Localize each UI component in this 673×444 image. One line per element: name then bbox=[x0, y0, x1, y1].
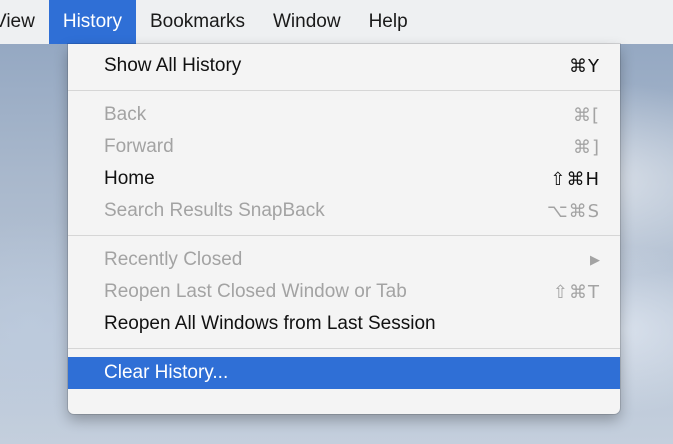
menu-item-label: Reopen All Windows from Last Session bbox=[104, 313, 436, 334]
menu-item-reopen-last-closed: Reopen Last Closed Window or Tab ⇧⌘T bbox=[68, 276, 620, 308]
menubar-view[interactable]: View bbox=[0, 0, 49, 44]
menu-item-shortcut: ⌘] bbox=[572, 136, 600, 158]
menu-item-label: Clear History... bbox=[104, 362, 229, 383]
menu-item-label: Search Results SnapBack bbox=[104, 200, 325, 221]
menubar-window[interactable]: Window bbox=[259, 0, 355, 44]
history-dropdown-menu: Show All History ⌘Y Back ⌘[ Forward ⌘] H… bbox=[68, 44, 620, 414]
menu-item-clear-history[interactable]: Clear History... bbox=[68, 357, 620, 389]
menu-item-shortcut: ⌘Y bbox=[569, 55, 600, 77]
menu-item-shortcut: ⌘[ bbox=[572, 104, 600, 126]
menu-separator bbox=[68, 235, 620, 236]
menubar-help[interactable]: Help bbox=[355, 0, 422, 44]
menu-item-shortcut: ⌥⌘S bbox=[546, 200, 600, 222]
menu-item-reopen-all-windows[interactable]: Reopen All Windows from Last Session bbox=[68, 308, 620, 340]
menu-separator bbox=[68, 348, 620, 349]
menu-item-recently-closed: Recently Closed ▶ bbox=[68, 244, 620, 276]
menu-item-back: Back ⌘[ bbox=[68, 99, 620, 131]
submenu-arrow-icon: ▶ bbox=[590, 252, 600, 268]
menu-item-home[interactable]: Home ⇧⌘H bbox=[68, 163, 620, 195]
menu-item-forward: Forward ⌘] bbox=[68, 131, 620, 163]
menu-item-label: Show All History bbox=[104, 55, 242, 76]
menu-item-search-results-snapback: Search Results SnapBack ⌥⌘S bbox=[68, 195, 620, 227]
menu-item-label: Reopen Last Closed Window or Tab bbox=[104, 281, 407, 302]
menu-separator bbox=[68, 90, 620, 91]
menu-item-label: Home bbox=[104, 168, 155, 189]
menu-item-shortcut: ⇧⌘H bbox=[550, 168, 600, 190]
menubar-bookmarks[interactable]: Bookmarks bbox=[136, 0, 259, 44]
menubar-history[interactable]: History bbox=[48, 0, 136, 44]
menu-item-show-all-history[interactable]: Show All History ⌘Y bbox=[68, 50, 620, 82]
menu-item-shortcut: ⇧⌘T bbox=[552, 281, 600, 303]
menu-item-label: Recently Closed bbox=[104, 249, 243, 270]
menu-item-label: Forward bbox=[104, 136, 174, 157]
menu-item-label: Back bbox=[104, 104, 147, 125]
menu-bar: View History Bookmarks Window Help bbox=[0, 0, 673, 44]
